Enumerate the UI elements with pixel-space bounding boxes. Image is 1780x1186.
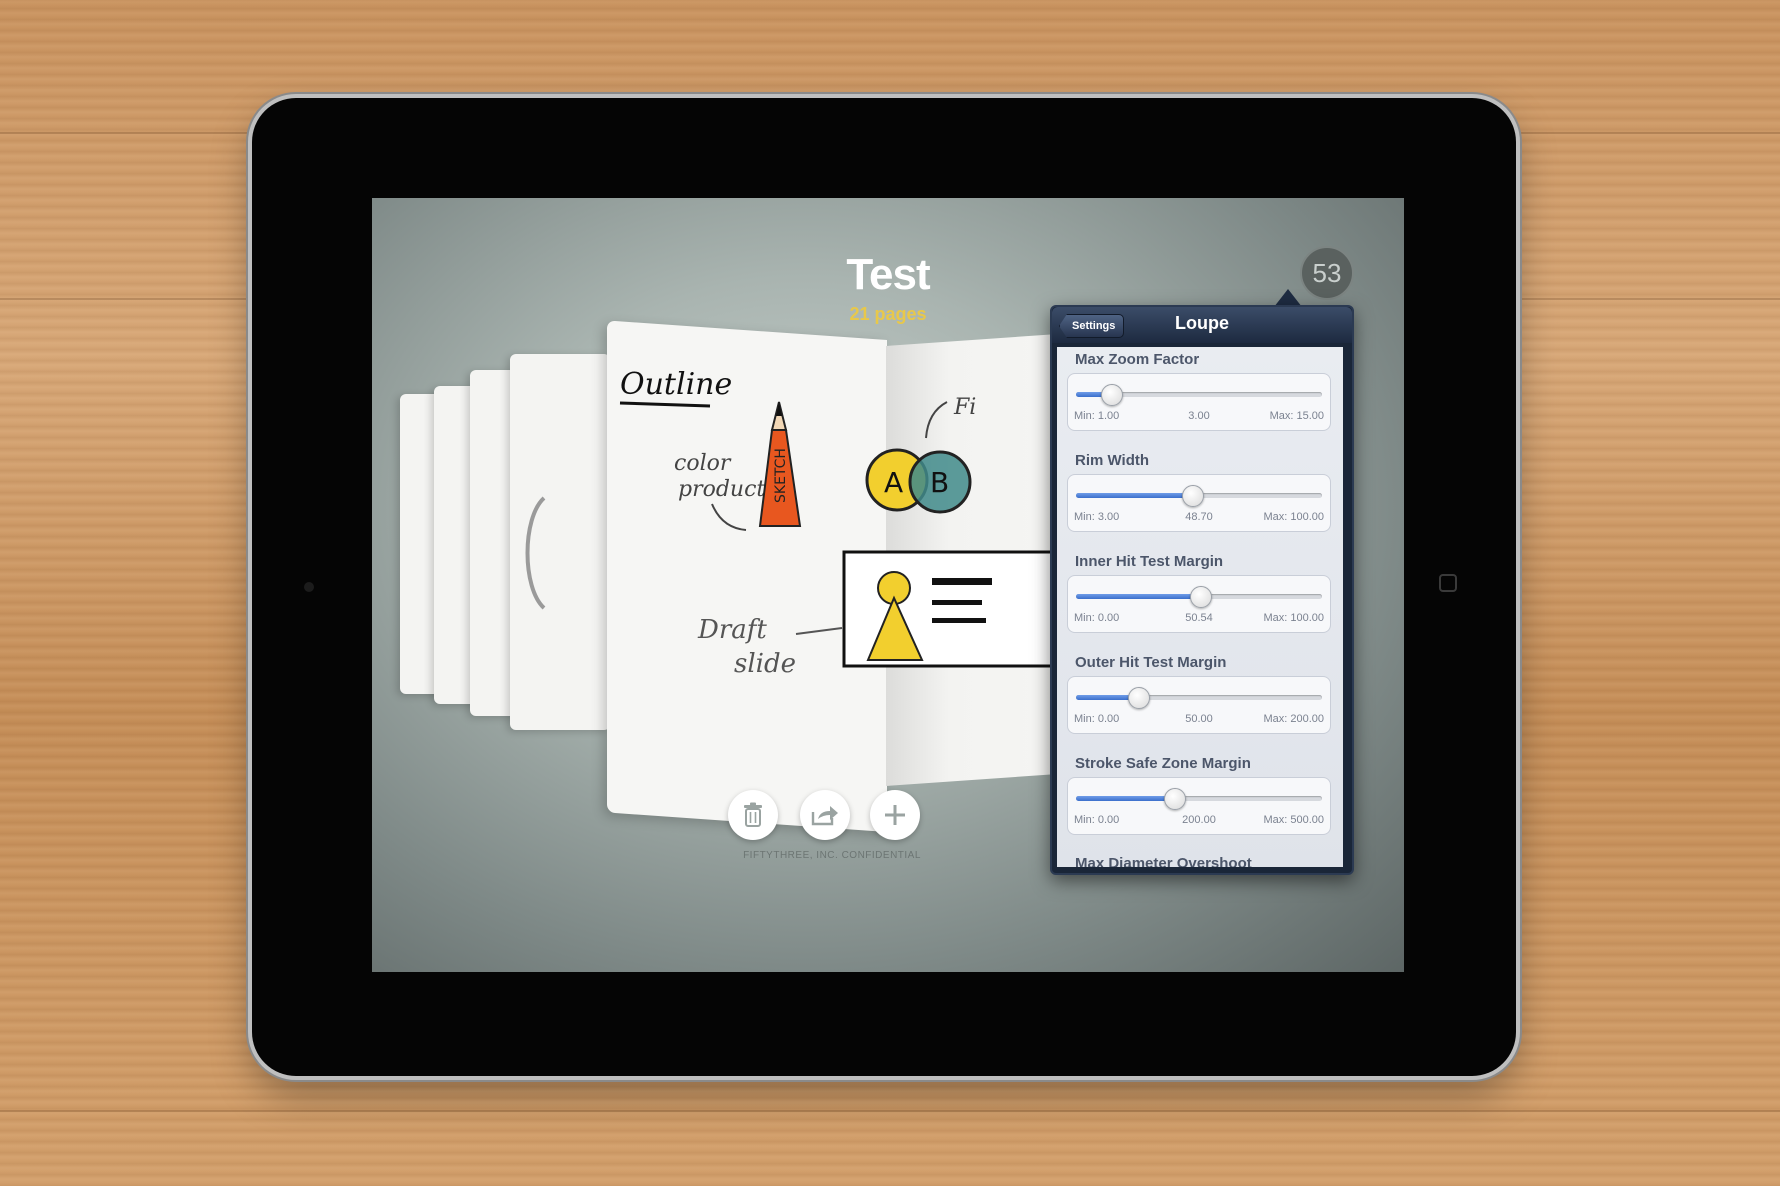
slider-thumb[interactable]	[1101, 384, 1124, 406]
outline-underline	[619, 401, 711, 408]
popover-navbar: Settings Loupe	[1052, 307, 1352, 343]
fi-text: Fi	[953, 395, 976, 420]
product-text: product	[678, 477, 765, 502]
slider-thumb[interactable]	[1190, 586, 1213, 608]
arrow-sketch	[711, 503, 747, 531]
slider-cell: Min: 0.00 50.00 Max: 200.00	[1067, 676, 1331, 734]
slider-track[interactable]	[1076, 687, 1322, 709]
slider-thumb[interactable]	[1164, 788, 1187, 810]
delete-button[interactable]	[728, 790, 778, 840]
draft-text: Draft	[697, 615, 767, 645]
slider-cell: Min: 3.00 48.70 Max: 100.00	[1067, 474, 1331, 532]
loupe-settings-popover: Settings Loupe Max Zoom Factor Min: 1.00…	[1050, 305, 1354, 875]
slider-max: Max: 100.00	[1263, 511, 1324, 523]
setting-label: Max Zoom Factor	[1075, 351, 1200, 368]
share-button[interactable]	[800, 790, 850, 840]
slide-text: slide	[734, 649, 796, 679]
slider-thumb[interactable]	[1127, 687, 1150, 709]
slider-track[interactable]	[1076, 788, 1322, 810]
slider-max: Max: 500.00	[1263, 814, 1324, 826]
confidential-note: FIFTYTHREE, INC. CONFIDENTIAL	[743, 850, 921, 861]
outline-text: Outline	[620, 367, 732, 402]
slider-fill	[1076, 493, 1192, 498]
app-screen: Test 21 pages 53 Outline color product S…	[372, 198, 1404, 972]
settings-list: Max Zoom Factor Min: 1.00 3.00 Max: 15.0…	[1057, 347, 1343, 867]
venn-label-a: A	[884, 466, 903, 499]
plus-icon	[885, 805, 905, 825]
color-text: color	[674, 451, 732, 476]
wood-seam	[0, 1110, 1780, 1112]
setting-label: Inner Hit Test Margin	[1075, 553, 1224, 570]
slider-track[interactable]	[1076, 384, 1322, 406]
text-line-sketch	[932, 600, 982, 605]
slider-cell: Min: 0.00 50.54 Max: 100.00	[1067, 575, 1331, 633]
slider-max: Max: 100.00	[1263, 612, 1324, 624]
arrow-sketch	[795, 627, 843, 635]
pencil-label: SKETCH	[773, 448, 789, 503]
popover-title: Loupe	[1175, 313, 1229, 333]
slider-cell: Min: 0.00 200.00 Max: 500.00	[1067, 777, 1331, 835]
slider-max: Max: 15.00	[1269, 410, 1324, 422]
slider-thumb[interactable]	[1181, 485, 1204, 507]
share-icon	[811, 806, 838, 826]
text-line-sketch	[932, 618, 986, 623]
text-line-sketch	[932, 578, 992, 585]
setting-label: Stroke Safe Zone Margin	[1075, 755, 1251, 772]
pencil-sketch: SKETCH	[758, 401, 802, 527]
add-page-button[interactable]	[870, 790, 920, 840]
venn-label-b: B	[930, 466, 949, 499]
setting-label: Rim Width	[1075, 452, 1150, 469]
ipad-device: Test 21 pages 53 Outline color product S…	[252, 98, 1516, 1076]
ring-sketch	[525, 496, 546, 610]
trash-icon	[744, 802, 762, 827]
slider-fill	[1076, 594, 1201, 599]
arrow-sketch	[925, 401, 948, 439]
home-button[interactable]	[1439, 574, 1457, 592]
camera-lens	[304, 582, 314, 592]
slider-max: Max: 200.00	[1263, 713, 1324, 725]
setting-label: Max Diameter Overshoot	[1075, 855, 1252, 867]
slider-fill	[1076, 796, 1175, 801]
setting-label: Outer Hit Test Margin	[1075, 654, 1227, 671]
slider-cell: Min: 1.00 3.00 Max: 15.00	[1067, 373, 1331, 431]
slider-track[interactable]	[1076, 586, 1322, 608]
slider-track[interactable]	[1076, 485, 1322, 507]
